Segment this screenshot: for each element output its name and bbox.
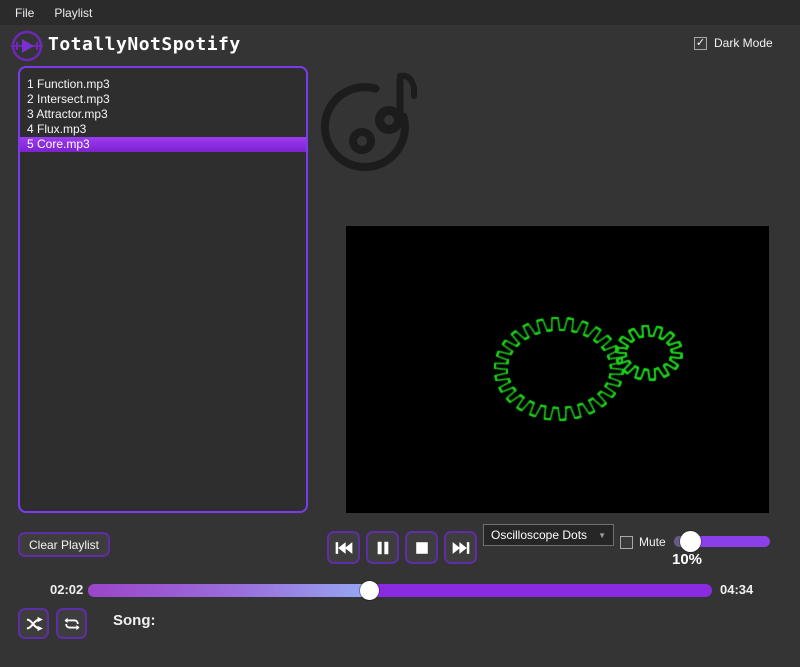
shuffle-button[interactable]	[18, 608, 49, 639]
mute-toggle[interactable]: Mute	[620, 535, 666, 549]
mute-label: Mute	[639, 535, 666, 549]
oscilloscope-canvas	[346, 226, 769, 513]
repeat-button[interactable]	[56, 608, 87, 639]
elapsed-time-label: 02:02	[50, 582, 83, 597]
seek-slider-thumb[interactable]	[360, 581, 379, 600]
dark-mode-label: Dark Mode	[714, 36, 773, 50]
dark-mode-toggle[interactable]: ✓ Dark Mode	[694, 36, 773, 50]
volume-percent-label: 10%	[672, 551, 702, 568]
stop-button[interactable]	[405, 531, 438, 564]
disc-note-icon	[316, 64, 428, 176]
volume-slider[interactable]	[674, 536, 770, 547]
playlist-item[interactable]: 4 Flux.mp3	[20, 122, 306, 137]
visualizer-mode-dropdown[interactable]: Oscilloscope Dots ▼	[483, 524, 614, 546]
song-label: Song:	[113, 612, 156, 629]
volume-slider-thumb[interactable]	[680, 531, 701, 552]
next-track-button[interactable]	[444, 531, 477, 564]
menu-bar: File Playlist	[0, 0, 800, 25]
mute-checkbox[interactable]	[620, 536, 633, 549]
previous-track-button[interactable]	[327, 531, 360, 564]
shuffle-icon	[25, 616, 43, 632]
seek-slider[interactable]	[88, 584, 712, 597]
clear-playlist-button[interactable]: Clear Playlist	[18, 532, 110, 557]
visualizer-area	[346, 226, 769, 513]
total-time-label: 04:34	[720, 582, 753, 597]
visualizer-mode-value: Oscilloscope Dots	[491, 528, 587, 542]
repeat-icon	[63, 616, 81, 632]
menu-file[interactable]: File	[0, 0, 44, 25]
app-title: TotallyNotSpotify	[48, 34, 241, 55]
seek-fill	[88, 584, 369, 597]
previous-icon	[334, 540, 354, 556]
next-icon	[451, 540, 471, 556]
playlist-item[interactable]: 2 Intersect.mp3	[20, 92, 306, 107]
app-logo-icon	[9, 28, 45, 64]
stop-icon	[414, 540, 430, 556]
pause-icon	[375, 540, 391, 556]
playlist-item[interactable]: 5 Core.mp3	[20, 137, 306, 152]
playlist-item[interactable]: 1 Function.mp3	[20, 77, 306, 92]
dark-mode-checkbox[interactable]: ✓	[694, 37, 707, 50]
playlist-item[interactable]: 3 Attractor.mp3	[20, 107, 306, 122]
playlist-listbox[interactable]: 1 Function.mp32 Intersect.mp33 Attractor…	[18, 66, 308, 513]
pause-button[interactable]	[366, 531, 399, 564]
menu-playlist[interactable]: Playlist	[44, 0, 102, 25]
chevron-down-icon: ▼	[598, 531, 606, 540]
